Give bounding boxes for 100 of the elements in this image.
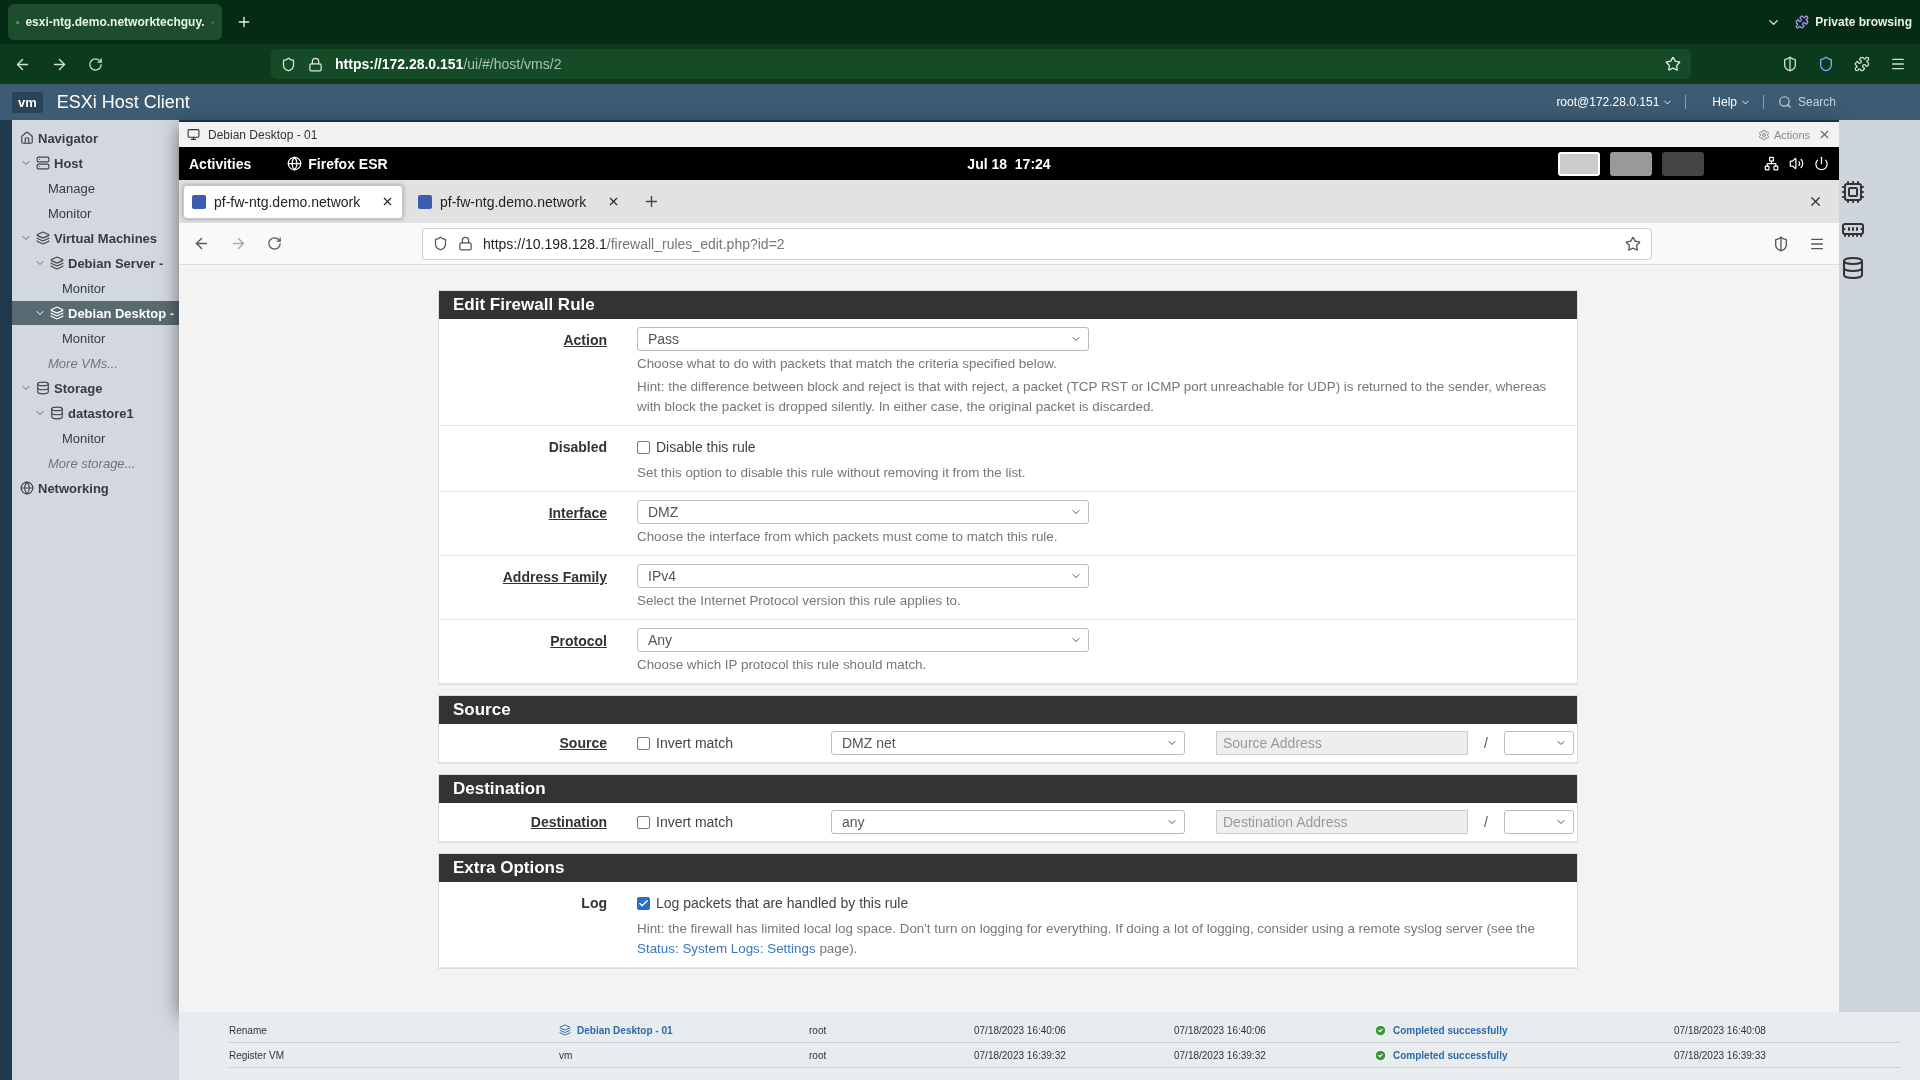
table-cell-text: 07/18/2023 16:40:08 [1674, 1024, 1767, 1036]
table-cell-text: 07/18/2023 16:39:32 [1174, 1049, 1267, 1061]
table-cell-text: root [809, 1049, 828, 1061]
dropdown[interactable]: IPv4 [637, 564, 1089, 588]
field-label[interactable]: Interface [548, 500, 607, 547]
app-title: ESXi Host Client [56, 91, 190, 113]
monitor-icon [187, 128, 200, 141]
shield-icon[interactable] [1782, 56, 1798, 72]
settings-link[interactable]: Status: System Logs: Settings [637, 941, 816, 956]
dropdown[interactable]: Pass [637, 327, 1089, 351]
clock[interactable]: Jul 18 17:24 [967, 155, 1051, 172]
settings-icon[interactable] [1757, 128, 1770, 141]
dropdown[interactable]: any [831, 810, 1185, 834]
back-icon[interactable] [193, 235, 210, 252]
table-cell-text: 07/18/2023 16:40:06 [1174, 1024, 1267, 1036]
dropdown[interactable]: DMZ [637, 500, 1089, 524]
navigator-item[interactable]: Monitor [12, 276, 179, 300]
workspace-thumbnail[interactable] [1558, 151, 1600, 176]
close-icon[interactable] [1808, 194, 1823, 209]
close-icon[interactable] [381, 195, 394, 208]
navigator-item[interactable]: Monitor [12, 326, 179, 350]
home-icon [20, 131, 34, 145]
result-text: Completed successfully [1393, 1049, 1508, 1061]
address-field[interactable]: Source Address [1216, 731, 1468, 755]
shield-icon [281, 56, 296, 72]
globe-icon [20, 481, 34, 495]
navigator-item[interactable]: Debian Desktop - [12, 301, 179, 325]
navigator-item[interactable]: Host [12, 151, 179, 175]
navigator-item[interactable]: Networking [12, 476, 179, 500]
lock-icon [458, 236, 473, 251]
help-text: Select the Internet Protocol version this rule applies to. [637, 592, 962, 610]
checkbox-label: Disable this rule [656, 439, 756, 455]
table-cell-text: 07/18/2023 16:39:32 [974, 1049, 1067, 1061]
browser-tab[interactable]: pf-fw-ntg.demo.network [183, 184, 403, 219]
bookmark-icon[interactable] [1625, 235, 1641, 252]
app-menu[interactable]: Firefox ESR [308, 155, 388, 172]
address-bar[interactable]: https://172.28.0.151/ui/#/host/vms/2 [271, 49, 1691, 79]
checkbox[interactable] [637, 736, 650, 750]
browser-tab[interactable]: esxi-ntg.demo.networktechguy. [8, 4, 222, 40]
volume-icon[interactable] [1789, 156, 1804, 171]
help-text: Set this option to disable this rule without removing it from the list. [637, 464, 1027, 482]
logo: vm [12, 91, 43, 113]
table-cell-text: 07/18/2023 16:40:06 [974, 1024, 1067, 1036]
target-link[interactable]: Debian Desktop - 01 [559, 1024, 809, 1036]
navigator-item[interactable]: Monitor [12, 201, 179, 225]
address-field[interactable]: Destination Address [1216, 810, 1468, 834]
checkbox-label: Log packets that are handled by this rule [656, 895, 909, 911]
success-icon [1374, 1023, 1387, 1037]
table-cell-text: Rename [229, 1024, 268, 1036]
checkbox[interactable] [637, 440, 650, 454]
address-bar[interactable]: https://10.198.128.1/firewall_rules_edit.php?id=2 [422, 227, 1652, 260]
site-icon [192, 194, 206, 209]
navigator-item[interactable]: Virtual Machines [12, 226, 179, 250]
shield-icon [433, 236, 448, 251]
menu-icon[interactable] [1890, 56, 1906, 72]
navigator-item[interactable]: Debian Server - [12, 251, 179, 275]
checkbox[interactable] [637, 815, 650, 829]
network-icon[interactable] [1764, 156, 1779, 171]
checkbox-label: Invert match [656, 814, 734, 830]
table-cell-text: vm [559, 1049, 574, 1061]
field-label[interactable]: Action [563, 327, 607, 417]
navigator-item[interactable]: datastore1 [12, 401, 179, 425]
lock-icon [308, 56, 323, 72]
workspace-thumbnail[interactable] [1662, 151, 1704, 176]
success-icon [1374, 1048, 1387, 1062]
new-tab-icon[interactable] [643, 193, 660, 210]
help-text: Hint: the difference between block and reject is that with reject, a packet (TCP RST or ICMP port unreachable for UDP) is returned to the sender, whereas with block the packet is dropped silently. In either case, the original packet is discarded. [637, 378, 1548, 416]
window-title: Debian Desktop - 01 [208, 127, 318, 142]
field-label[interactable]: Protocol [550, 628, 607, 675]
cpu-icon [1841, 180, 1865, 204]
site-icon [418, 194, 432, 209]
search-placeholder[interactable]: Search [1798, 95, 1837, 109]
checkbox[interactable] [637, 896, 650, 910]
slash-separator: / [1483, 814, 1489, 830]
navigator-item[interactable]: Storage [12, 376, 179, 400]
shield-icon[interactable] [1773, 235, 1789, 252]
user-menu[interactable]: root@172.28.0.151 [1544, 95, 1687, 109]
field-label[interactable]: Source [559, 730, 607, 756]
datastore-icon [50, 406, 64, 420]
reload-icon[interactable] [267, 236, 282, 251]
browser-tab[interactable]: pf-fw-ntg.demo.network [409, 184, 629, 219]
dropdown[interactable]: Any [637, 628, 1089, 652]
vm-icon [559, 1024, 571, 1036]
field-label[interactable]: Address Family [502, 564, 607, 611]
field-label[interactable]: Destination [530, 809, 607, 835]
activities-button[interactable]: Activities [189, 155, 252, 172]
navigator-item[interactable]: Manage [12, 176, 179, 200]
close-icon[interactable] [607, 195, 620, 208]
vm-icon [36, 231, 50, 245]
puzzle-icon[interactable] [1854, 56, 1870, 72]
database-icon [36, 381, 50, 395]
field-label: Disabled [548, 438, 607, 457]
navigator-item[interactable]: Navigator [12, 126, 179, 150]
workspace-thumbnail[interactable] [1610, 151, 1652, 176]
slash-separator: / [1483, 735, 1489, 751]
help-menu[interactable]: Help [1700, 95, 1764, 109]
power-icon[interactable] [1814, 156, 1829, 171]
new-tab-icon[interactable] [236, 14, 252, 30]
navigator-item[interactable]: Monitor [12, 426, 179, 450]
dropdown[interactable]: DMZ net [831, 731, 1185, 755]
